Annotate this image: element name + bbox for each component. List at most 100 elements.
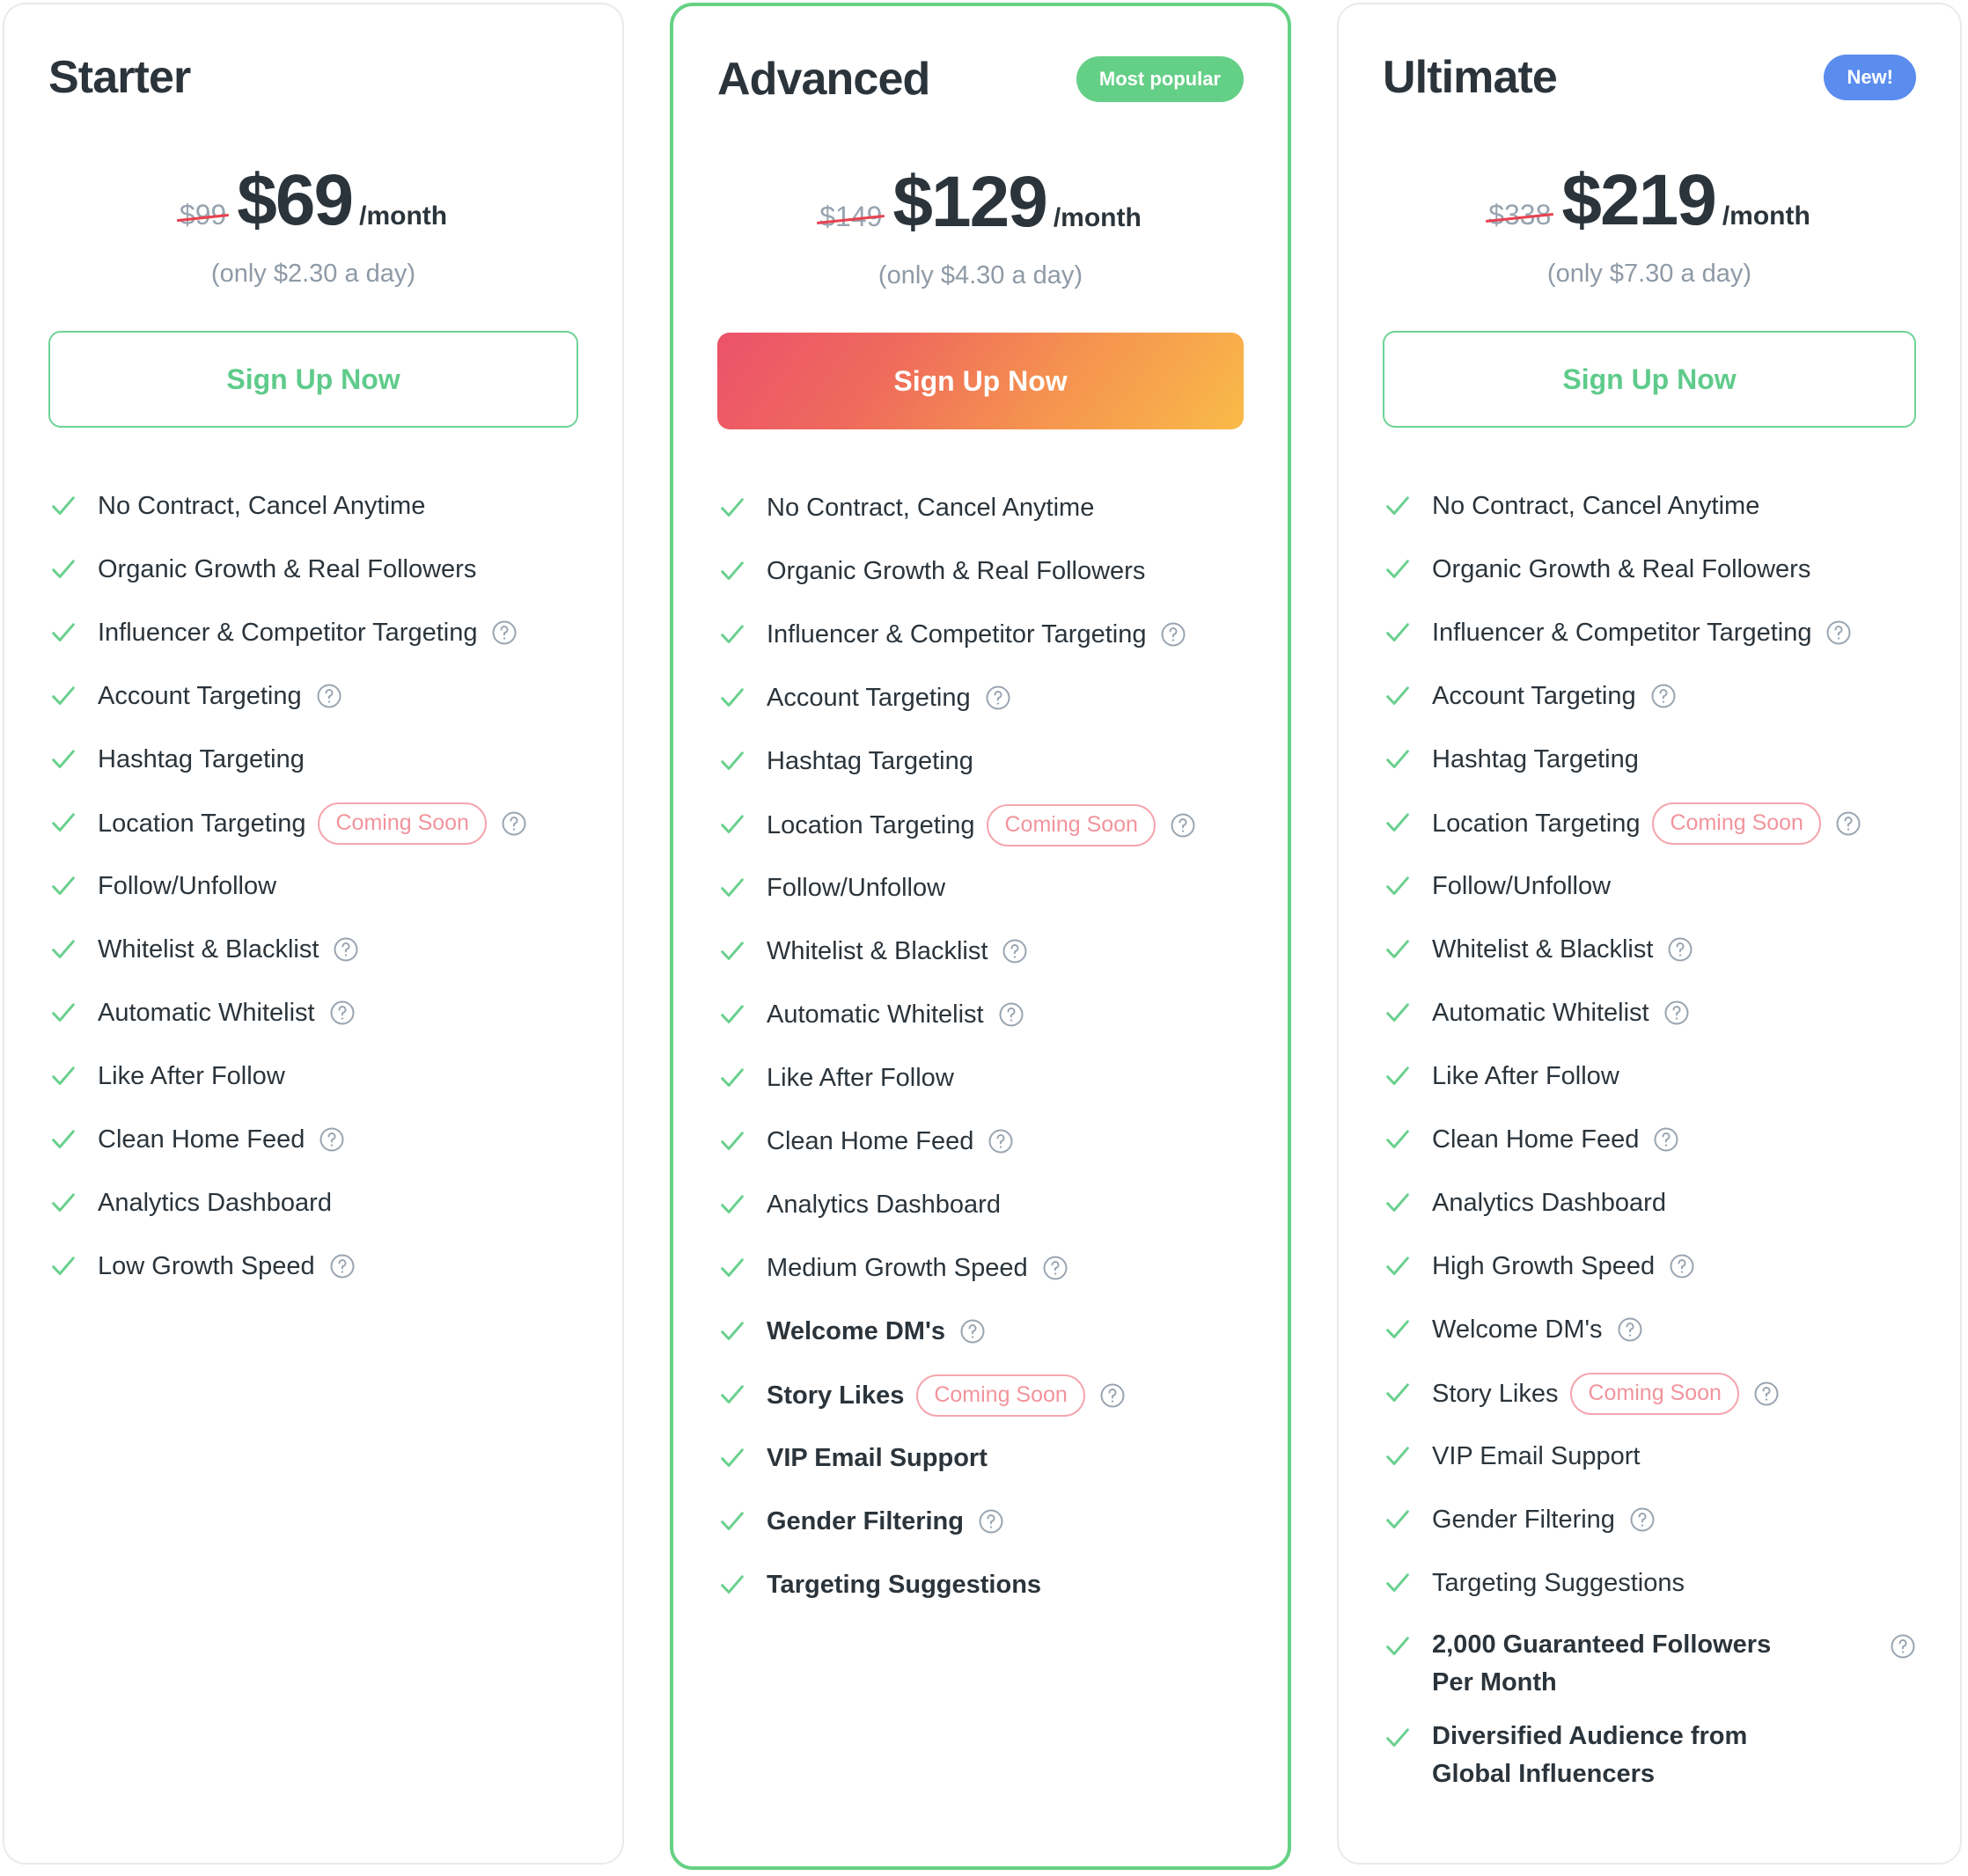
help-circle-icon[interactable] — [1629, 1506, 1656, 1533]
check-icon — [717, 619, 747, 649]
feature-item: Automatic Whitelist — [717, 994, 1244, 1058]
plan-name: Ultimate — [1383, 51, 1558, 103]
help-circle-icon[interactable] — [1170, 812, 1196, 839]
feature-item: Hashtag Targeting — [1383, 739, 1916, 802]
feature-content: Medium Growth Speed — [767, 1248, 1244, 1288]
feature-item: Follow/Unfollow — [717, 868, 1244, 931]
feature-item: Location Targeting Coming Soon — [717, 804, 1244, 868]
sign-up-button[interactable]: Sign Up Now — [717, 333, 1244, 429]
feature-content: Follow/Unfollow — [1432, 866, 1916, 906]
feature-item: VIP Email Support — [1383, 1436, 1916, 1499]
feature-item: Medium Growth Speed — [717, 1248, 1244, 1311]
feature-content: Location Targeting Coming Soon — [98, 802, 578, 845]
help-circle-icon[interactable] — [1617, 1316, 1643, 1343]
help-circle-icon[interactable] — [1835, 810, 1862, 837]
pricing-card-starter: Starter $99 $69/month (only $2.30 a day) Sig… — [3, 3, 624, 1865]
help-circle-icon[interactable] — [998, 1001, 1024, 1028]
feature-item: Story Likes Coming Soon — [717, 1374, 1244, 1438]
feature-item: 2,000 Guaranteed Followers Per Month — [1383, 1626, 1916, 1718]
feature-label: 2,000 Guaranteed Followers Per Month — [1432, 1631, 1772, 1696]
feature-content: Automatic Whitelist — [767, 994, 1244, 1035]
feature-item: Diversified Audience from Global Influen… — [1383, 1718, 1916, 1809]
help-circle-icon[interactable] — [1653, 1126, 1679, 1153]
check-icon — [1383, 998, 1413, 1028]
price-block: $149 $129/month (only $4.30 a day) — [717, 166, 1244, 290]
help-circle-icon[interactable] — [1663, 1000, 1690, 1026]
help-circle-icon[interactable] — [1160, 621, 1186, 648]
feature-label: Account Targeting — [767, 683, 971, 712]
feature-item: Like After Follow — [1383, 1056, 1916, 1119]
price-block: $338 $219/month (only $7.30 a day) — [1383, 165, 1916, 289]
help-circle-icon[interactable] — [491, 619, 518, 646]
feature-label: Analytics Dashboard — [98, 1188, 332, 1217]
sign-up-button[interactable]: Sign Up Now — [48, 331, 578, 428]
feature-content: 2,000 Guaranteed Followers Per Month — [1432, 1626, 1810, 1702]
help-circle-icon[interactable] — [1002, 938, 1028, 964]
feature-label: Low Growth Speed — [98, 1251, 315, 1280]
help-circle-icon[interactable] — [501, 810, 527, 837]
coming-soon-badge: Coming Soon — [916, 1374, 1085, 1417]
feature-item: No Contract, Cancel Anytime — [717, 487, 1244, 551]
feature-content: Hashtag Targeting — [98, 739, 578, 780]
feature-content: Analytics Dashboard — [767, 1184, 1244, 1225]
check-icon — [48, 808, 78, 838]
feature-content: Location Targeting Coming Soon — [1432, 802, 1916, 845]
feature-label: Whitelist & Blacklist — [767, 936, 988, 965]
feature-content: Organic Growth & Real Followers — [98, 549, 578, 590]
check-icon — [48, 1188, 78, 1218]
feature-content: VIP Email Support — [1432, 1436, 1916, 1477]
check-icon — [717, 556, 747, 586]
help-circle-icon[interactable] — [1890, 1633, 1916, 1660]
current-price: $69 — [237, 160, 354, 240]
help-circle-icon[interactable] — [319, 1126, 345, 1153]
feature-content: Diversified Audience from Global Influen… — [1432, 1718, 1810, 1793]
feature-item: Like After Follow — [717, 1058, 1244, 1121]
feature-content: High Growth Speed — [1432, 1246, 1916, 1286]
help-circle-icon[interactable] — [1099, 1382, 1126, 1409]
card-header: Starter — [48, 45, 578, 110]
help-circle-icon[interactable] — [1650, 683, 1677, 709]
feature-label: VIP Email Support — [1432, 1441, 1641, 1470]
help-circle-icon[interactable] — [316, 683, 342, 709]
price-row: $149 $129/month — [717, 166, 1244, 238]
help-circle-icon[interactable] — [333, 936, 359, 963]
feature-item: Clean Home Feed — [717, 1121, 1244, 1184]
help-circle-icon[interactable] — [1753, 1381, 1780, 1407]
feature-label: Organic Growth & Real Followers — [98, 554, 477, 583]
help-circle-icon[interactable] — [988, 1128, 1014, 1154]
feature-content: Low Growth Speed — [98, 1246, 578, 1286]
help-circle-icon[interactable] — [978, 1508, 1004, 1535]
feature-item: Whitelist & Blacklist — [48, 929, 578, 993]
feature-list: No Contract, Cancel Anytime Organic Growt… — [1383, 486, 1916, 1809]
feature-label: Clean Home Feed — [767, 1126, 974, 1155]
help-circle-icon[interactable] — [985, 685, 1011, 711]
feature-content: No Contract, Cancel Anytime — [98, 486, 578, 526]
feature-item: Influencer & Competitor Targeting — [717, 614, 1244, 678]
check-icon — [48, 491, 78, 521]
help-circle-icon[interactable] — [959, 1318, 986, 1345]
help-circle-icon[interactable] — [329, 1253, 356, 1279]
check-icon — [717, 1506, 747, 1536]
price-per-day: (only $4.30 a day) — [878, 261, 1083, 289]
help-circle-icon[interactable] — [1042, 1255, 1068, 1281]
feature-content: Analytics Dashboard — [1432, 1183, 1916, 1223]
feature-label: Organic Growth & Real Followers — [1432, 554, 1811, 583]
feature-label: Clean Home Feed — [1432, 1125, 1640, 1154]
feature-label: Organic Growth & Real Followers — [767, 556, 1146, 585]
sign-up-button[interactable]: Sign Up Now — [1383, 331, 1916, 428]
feature-content: Follow/Unfollow — [98, 866, 578, 906]
feature-label: Hashtag Targeting — [98, 744, 305, 773]
help-circle-icon[interactable] — [1825, 619, 1852, 646]
help-circle-icon[interactable] — [1669, 1253, 1695, 1279]
feature-label: VIP Email Support — [767, 1443, 988, 1472]
help-circle-icon[interactable] — [1667, 936, 1693, 963]
check-icon — [48, 934, 78, 964]
feature-label: Hashtag Targeting — [1432, 744, 1639, 773]
check-icon — [1383, 1505, 1413, 1535]
plan-name: Starter — [48, 51, 191, 103]
feature-content: Automatic Whitelist — [98, 993, 578, 1033]
check-icon — [1383, 1631, 1413, 1661]
help-circle-icon[interactable] — [329, 1000, 356, 1026]
check-icon — [1383, 1061, 1413, 1091]
check-icon — [48, 871, 78, 901]
